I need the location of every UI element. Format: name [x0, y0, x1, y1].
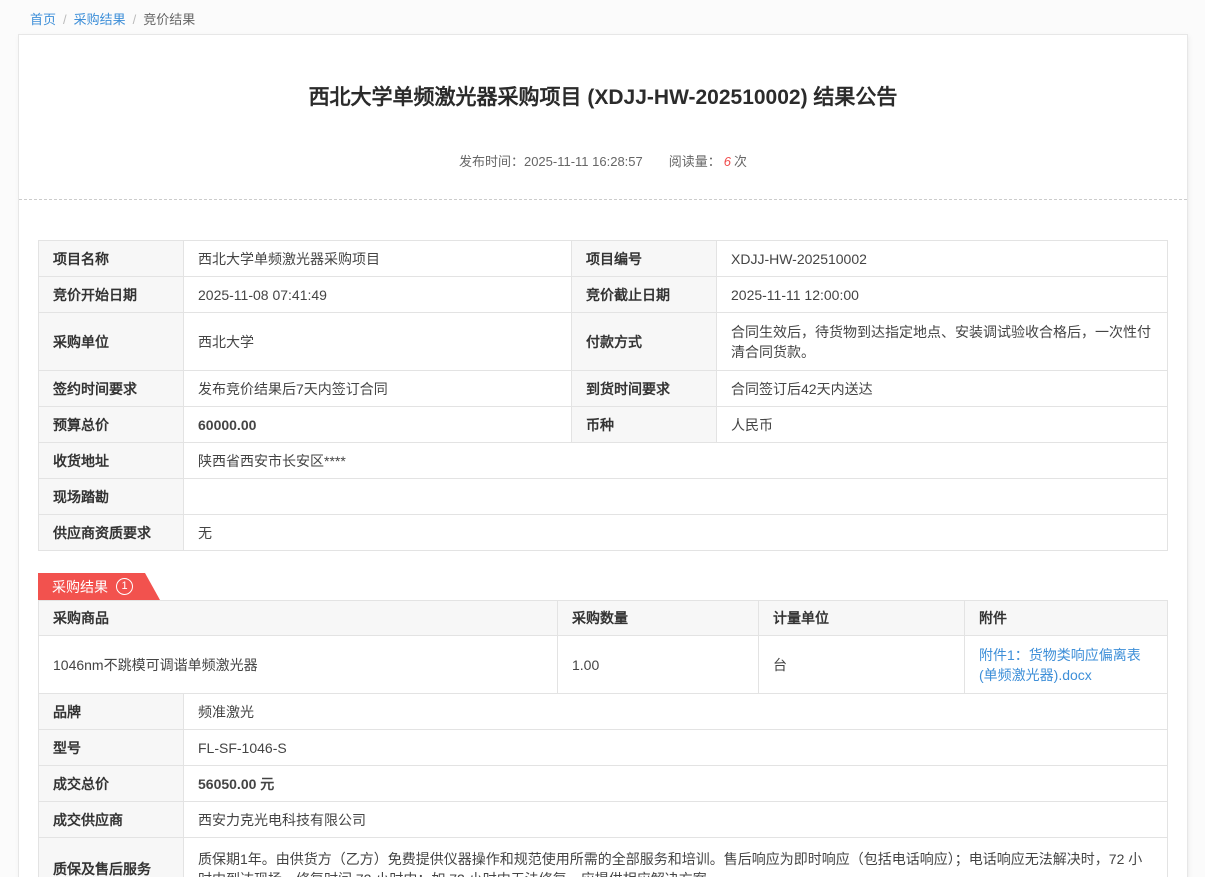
field-value: XDJJ-HW-202510002: [717, 241, 1168, 277]
field-label: 供应商资质要求: [39, 515, 184, 551]
publish-time-value: 2025-11-11 16:28:57: [524, 154, 643, 169]
views-unit: 次: [734, 154, 747, 169]
table-row-delivery-address: 收货地址 陕西省西安市长安区****: [39, 443, 1168, 479]
field-value: 发布竞价结果后7天内签订合同: [184, 371, 572, 407]
budget-total-price: 60000.00: [184, 407, 572, 443]
page-title: 西北大学单频激光器采购项目 (XDJJ-HW-202510002) 结果公告: [38, 35, 1168, 111]
attachment-link[interactable]: 附件1：货物类响应偏离表(单频激光器).docx: [979, 647, 1141, 683]
field-label: 签约时间要求: [39, 371, 184, 407]
field-value: 人民币: [717, 407, 1168, 443]
field-label: 币种: [572, 407, 717, 443]
award-detail-table: 品牌 频准激光 型号 FL-SF-1046-S 成交总价 56050.00 元 …: [38, 693, 1168, 877]
table-row-award-supplier: 成交供应商 西安力克光电科技有限公司: [39, 802, 1168, 838]
field-label: 到货时间要求: [572, 371, 717, 407]
field-value: 无: [184, 515, 1168, 551]
table-row-supplier-qualification: 供应商资质要求 无: [39, 515, 1168, 551]
table-row-project-name: 项目名称 西北大学单频激光器采购项目 项目编号 XDJJ-HW-20251000…: [39, 241, 1168, 277]
breadcrumb-separator: /: [133, 12, 137, 27]
table-row-site-survey: 现场踏勘: [39, 479, 1168, 515]
award-total-price: 56050.00 元: [184, 766, 1168, 802]
tab-label: 采购结果: [52, 577, 108, 597]
field-value: 陕西省西安市长安区****: [184, 443, 1168, 479]
tab-procurement-result[interactable]: 采购结果 1: [38, 573, 160, 600]
product-unit: 台: [759, 636, 965, 694]
field-label: 项目名称: [39, 241, 184, 277]
table-row-bid-dates: 竞价开始日期 2025-11-08 07:41:49 竞价截止日期 2025-1…: [39, 277, 1168, 313]
announcement-card: 西北大学单频激光器采购项目 (XDJJ-HW-202510002) 结果公告 发…: [18, 34, 1188, 877]
field-label: 型号: [39, 730, 184, 766]
publish-time-label: 发布时间：: [459, 154, 524, 169]
field-label: 采购单位: [39, 313, 184, 371]
field-value: [184, 479, 1168, 515]
field-value: 2025-11-11 12:00:00: [717, 277, 1168, 313]
procurement-result-table: 采购商品 采购数量 计量单位 附件 1046nm不跳模可调谐单频激光器 1.00…: [38, 600, 1168, 694]
field-value: 合同签订后42天内送达: [717, 371, 1168, 407]
field-label: 项目编号: [572, 241, 717, 277]
breadcrumb-home-link[interactable]: 首页: [30, 12, 56, 27]
table-row-award-price: 成交总价 56050.00 元: [39, 766, 1168, 802]
views-count: 6: [724, 154, 731, 169]
table-row-budget-currency: 预算总价 60000.00 币种 人民币: [39, 407, 1168, 443]
breadcrumb-separator: /: [63, 12, 67, 27]
field-value: 西北大学单频激光器采购项目: [184, 241, 572, 277]
field-label: 质保及售后服务: [39, 838, 184, 877]
breadcrumb: 首页 / 采购结果 / 竞价结果: [0, 0, 1205, 34]
table-row-model: 型号 FL-SF-1046-S: [39, 730, 1168, 766]
tab-count-badge: 1: [116, 578, 133, 595]
field-value: 西安力克光电科技有限公司: [184, 802, 1168, 838]
breadcrumb-procurement-results-link[interactable]: 采购结果: [74, 12, 126, 27]
table-row-signing-delivery: 签约时间要求 发布竞价结果后7天内签订合同 到货时间要求 合同签订后42天内送达: [39, 371, 1168, 407]
field-label: 成交总价: [39, 766, 184, 802]
table-row-warranty-service: 质保及售后服务 质保期1年。由供货方（乙方）免费提供仪器操作和规范使用所需的全部…: [39, 838, 1168, 877]
views-label: 阅读量：: [669, 154, 721, 169]
field-label: 预算总价: [39, 407, 184, 443]
field-label: 成交供应商: [39, 802, 184, 838]
field-value: 频准激光: [184, 694, 1168, 730]
divider: [19, 199, 1187, 200]
table-row-brand: 品牌 频准激光: [39, 694, 1168, 730]
column-header-product: 采购商品: [39, 601, 558, 636]
field-value: FL-SF-1046-S: [184, 730, 1168, 766]
project-info-table: 项目名称 西北大学单频激光器采购项目 项目编号 XDJJ-HW-20251000…: [38, 240, 1168, 551]
result-product-row: 1046nm不跳模可调谐单频激光器 1.00 台 附件1：货物类响应偏离表(单频…: [39, 636, 1168, 694]
field-value: 质保期1年。由供货方（乙方）免费提供仪器操作和规范使用所需的全部服务和培训。售后…: [184, 838, 1168, 877]
column-header-attachment: 附件: [965, 601, 1168, 636]
product-name: 1046nm不跳模可调谐单频激光器: [39, 636, 558, 694]
field-label: 现场踏勘: [39, 479, 184, 515]
field-label: 竞价开始日期: [39, 277, 184, 313]
field-label: 竞价截止日期: [572, 277, 717, 313]
table-row-purchaser-payment: 采购单位 西北大学 付款方式 合同生效后，待货物到达指定地点、安装调试验收合格后…: [39, 313, 1168, 371]
breadcrumb-current: 竞价结果: [143, 12, 195, 27]
field-label: 收货地址: [39, 443, 184, 479]
field-value: 合同生效后，待货物到达指定地点、安装调试验收合格后，一次性付清合同货款。: [717, 313, 1168, 371]
result-table-header-row: 采购商品 采购数量 计量单位 附件: [39, 601, 1168, 636]
column-header-unit: 计量单位: [759, 601, 965, 636]
announcement-meta: 发布时间：2025-11-11 16:28:57 阅读量：6次: [38, 151, 1168, 170]
field-label: 品牌: [39, 694, 184, 730]
field-label: 付款方式: [572, 313, 717, 371]
field-value: 西北大学: [184, 313, 572, 371]
column-header-quantity: 采购数量: [558, 601, 759, 636]
field-value: 2025-11-08 07:41:49: [184, 277, 572, 313]
product-quantity: 1.00: [558, 636, 759, 694]
